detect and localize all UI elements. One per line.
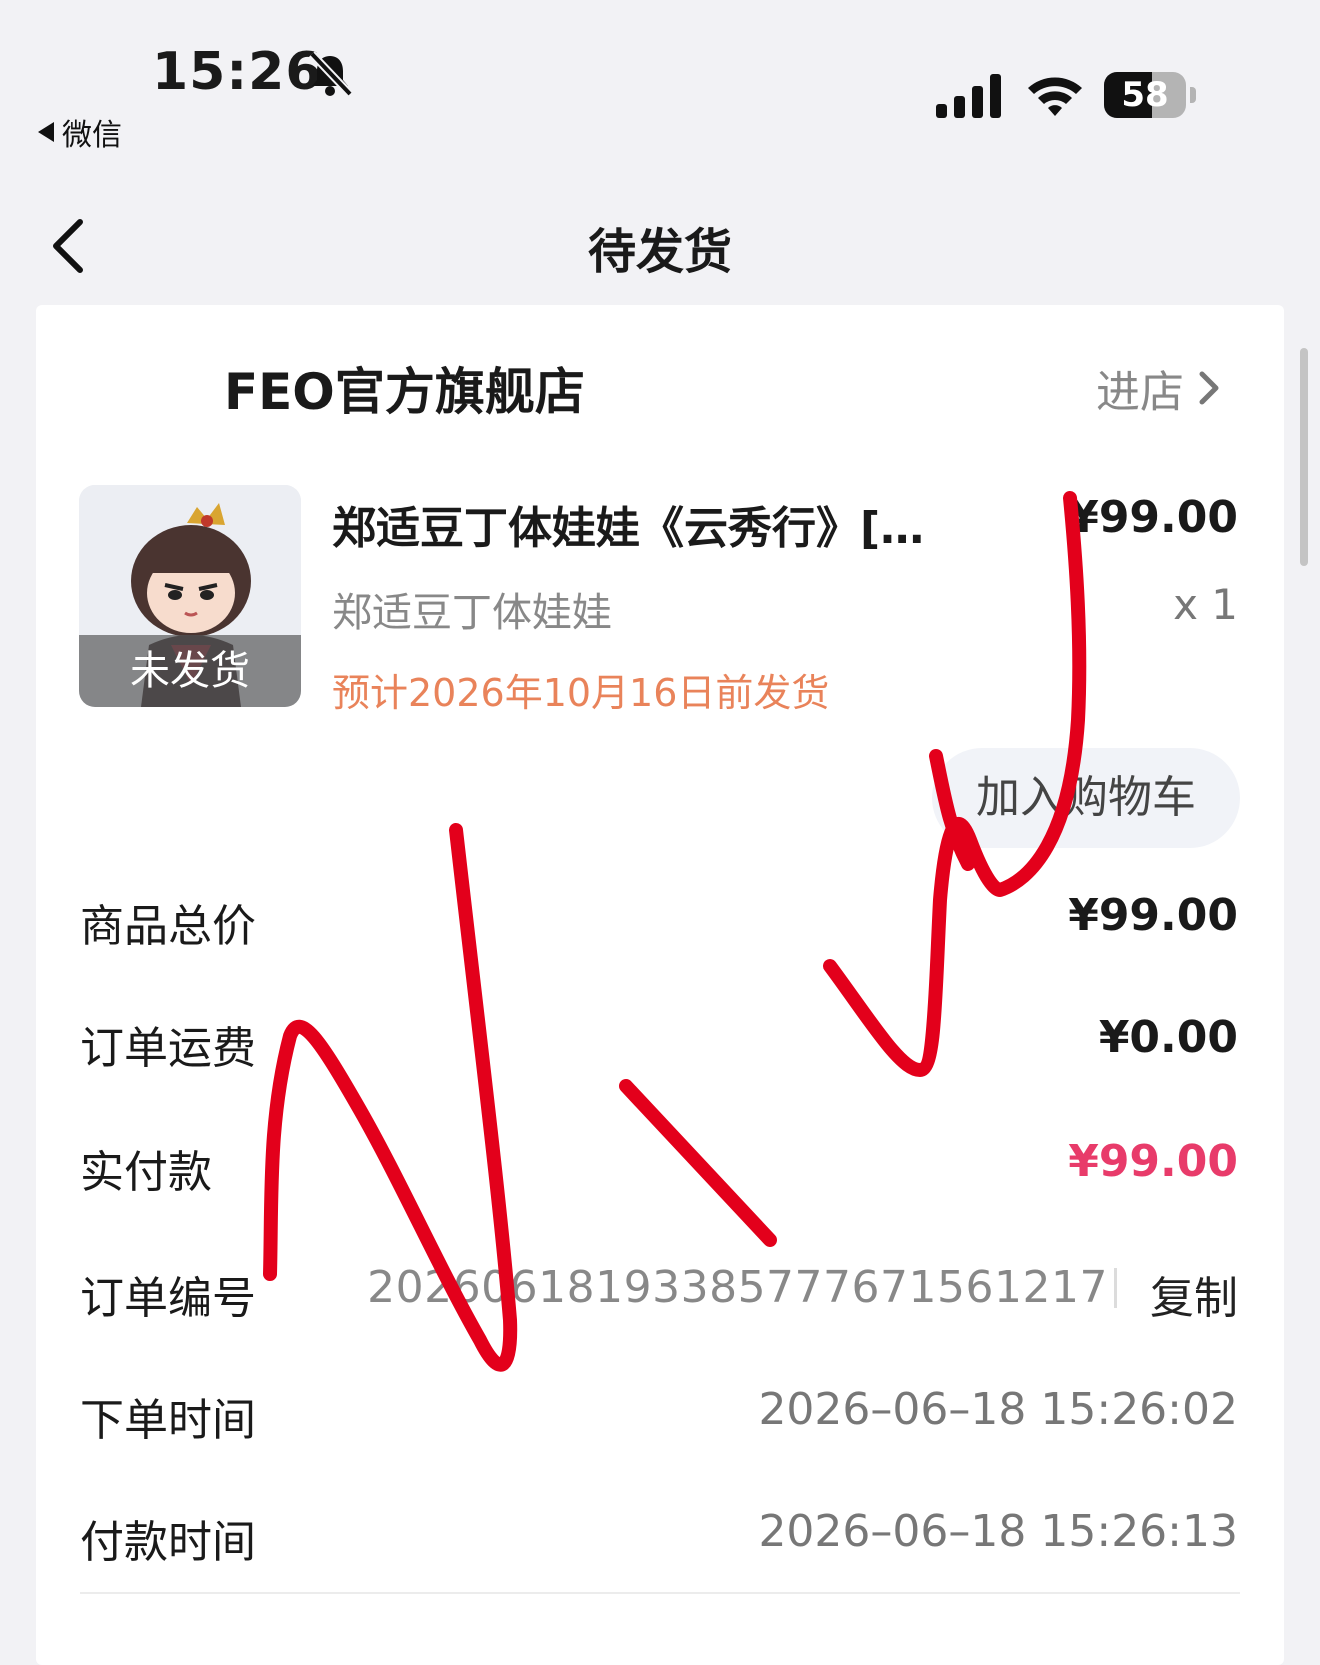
enter-store-label: 进店 — [1096, 367, 1184, 418]
ship-estimate: 预计2026年10月16日前发货 — [332, 671, 830, 715]
order-time-label: 下单时间 — [80, 1395, 256, 1446]
add-to-cart-button[interactable]: 加入购物车 — [932, 748, 1240, 848]
status-time: 15:26 — [152, 42, 323, 102]
signal-icon — [936, 74, 1001, 118]
bottom-divider — [80, 1592, 1240, 1594]
back-app-label: 微信 — [62, 118, 122, 153]
product-spec: 郑适豆丁体娃娃 — [332, 590, 612, 636]
divider — [1114, 1268, 1117, 1308]
order-time-value: 2026–06–18 15:26:02 — [758, 1384, 1238, 1435]
shipping-status-badge: 未发货 — [79, 635, 301, 707]
product-quantity: x 1 — [1173, 580, 1238, 629]
goods-total-label: 商品总价 — [80, 901, 256, 952]
battery-icon: 58 — [1104, 72, 1196, 118]
shipping-fee-value: ¥0.00 — [1098, 1012, 1238, 1063]
copy-order-number-button[interactable]: 复制 — [1150, 1262, 1238, 1326]
goods-total-value: ¥99.00 — [1068, 890, 1238, 941]
order-number-value: 20260618193385777671561217 — [367, 1262, 1108, 1313]
product-thumbnail[interactable]: 未发货 — [79, 485, 301, 707]
scrollbar[interactable] — [1300, 348, 1308, 566]
enter-store-link[interactable]: 进店 — [1096, 356, 1224, 420]
order-number-label: 订单编号 — [80, 1273, 256, 1324]
shipping-fee-label: 订单运费 — [80, 1023, 256, 1074]
pay-time-value: 2026–06–18 15:26:13 — [758, 1506, 1238, 1557]
paid-amount-value: ¥99.00 — [1068, 1136, 1238, 1187]
store-name[interactable]: FEO官方旗舰店 — [224, 352, 585, 424]
page-title: 待发货 — [587, 224, 732, 280]
chevron-right-icon — [1199, 371, 1219, 405]
back-to-app[interactable]: 微信 — [38, 110, 122, 154]
battery-level: 58 — [1121, 75, 1169, 115]
back-triangle-icon — [38, 122, 54, 142]
pay-time-label: 付款时间 — [80, 1517, 256, 1568]
bell-slash-icon — [309, 51, 353, 97]
product-price: ¥99.00 — [1068, 492, 1238, 543]
product-title[interactable]: 郑适豆丁体娃娃《云秀行》[… — [332, 492, 924, 556]
wifi-icon — [1028, 77, 1082, 116]
paid-amount-label: 实付款 — [80, 1147, 212, 1198]
